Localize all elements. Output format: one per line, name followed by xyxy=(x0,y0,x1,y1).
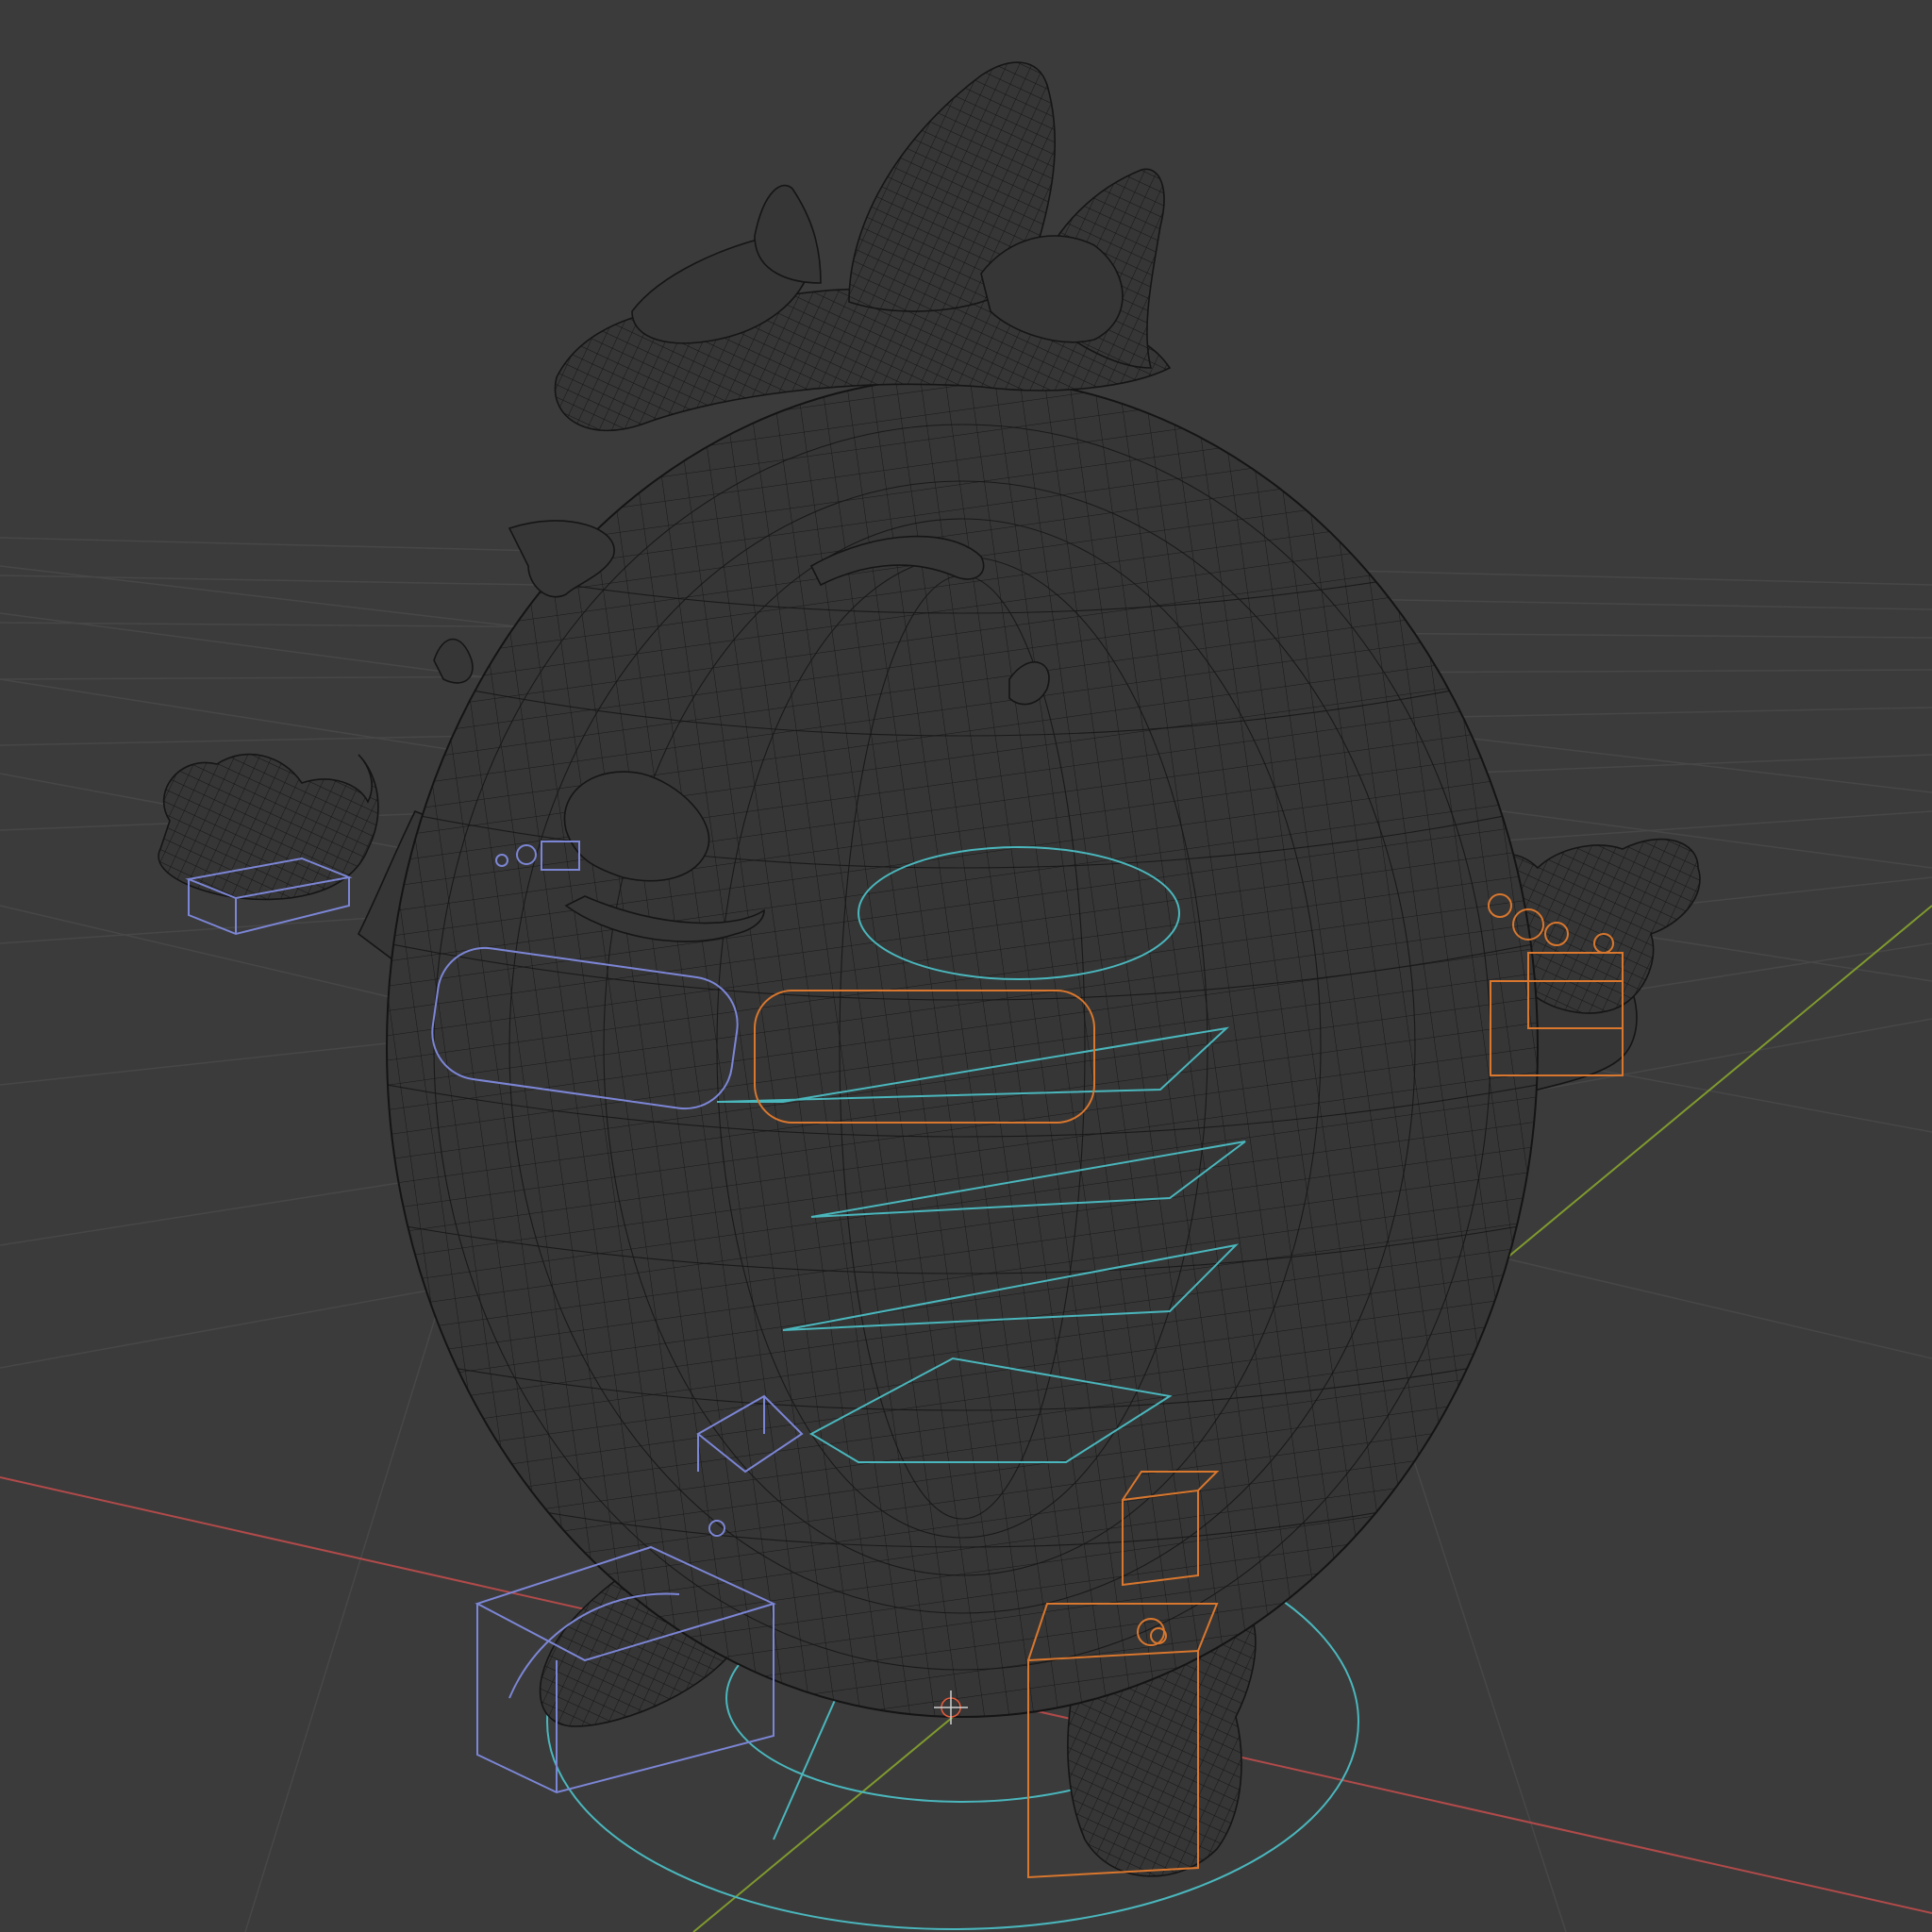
3d-viewport[interactable] xyxy=(0,0,1932,1932)
head-hair[interactable] xyxy=(554,61,1172,432)
body[interactable] xyxy=(377,376,1547,1718)
viewport-canvas[interactable] xyxy=(0,0,1932,1932)
